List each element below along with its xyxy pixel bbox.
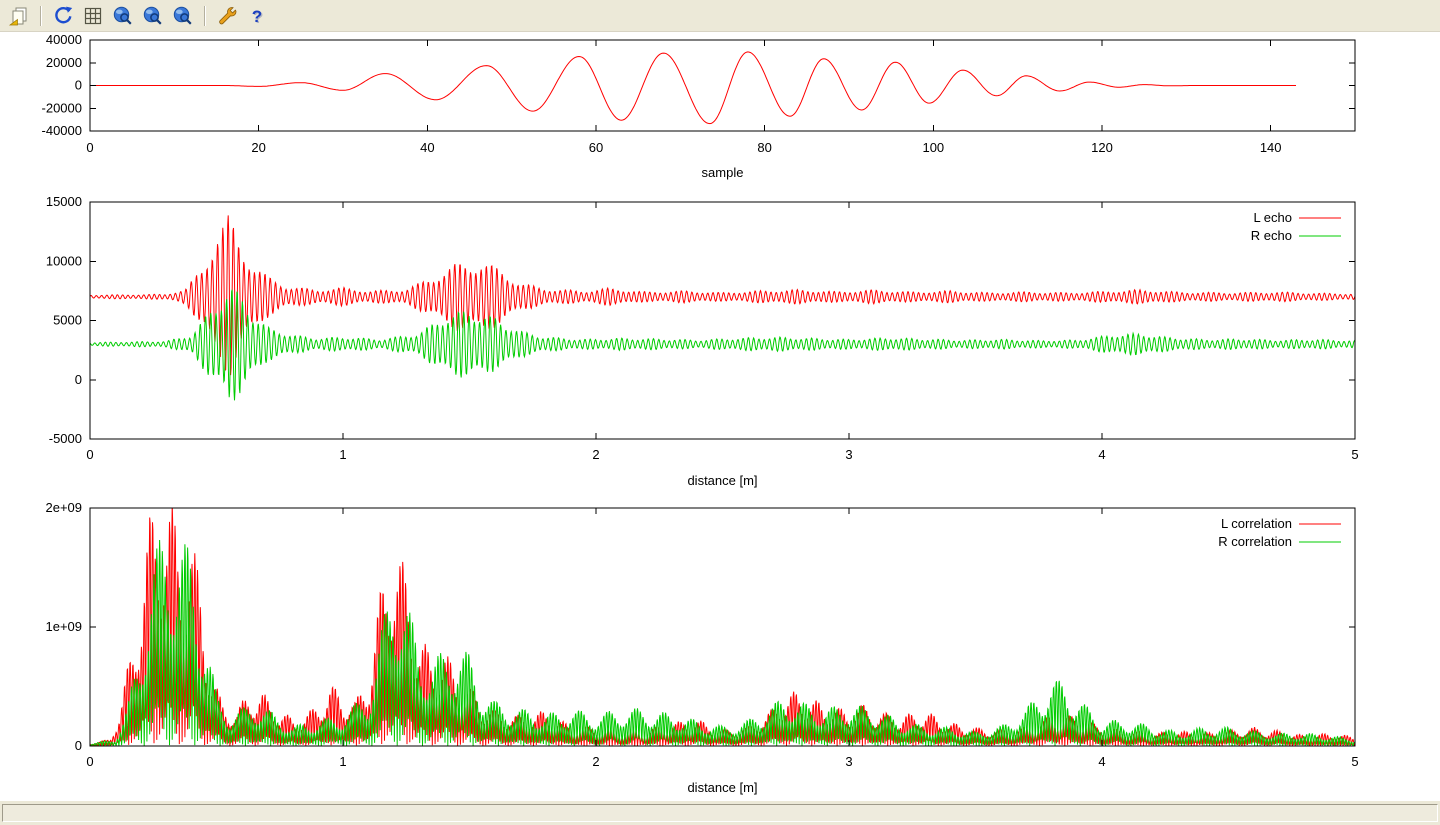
- x-tick-label: 4: [1098, 447, 1105, 462]
- autoscale-button[interactable]: [170, 3, 196, 29]
- y-tick-label: -5000: [49, 431, 82, 446]
- x-tick-label: 140: [1260, 140, 1282, 155]
- autoscale-icon: [172, 5, 194, 27]
- status-bar: [0, 800, 1440, 825]
- replot-button[interactable]: [50, 3, 76, 29]
- y-tick-label: -40000: [42, 123, 82, 138]
- y-tick-label: 0: [75, 738, 82, 753]
- x-tick-label: 2: [592, 754, 599, 769]
- legend-label: R echo: [1251, 228, 1292, 243]
- toolbar-separator: [40, 6, 42, 26]
- help-icon: ? ?: [246, 5, 268, 27]
- series-r-echo: [90, 290, 1355, 401]
- legend-label: R correlation: [1218, 534, 1292, 549]
- x-tick-label: 0: [86, 140, 93, 155]
- y-tick-label: 20000: [46, 55, 82, 70]
- x-tick-label: 2: [592, 447, 599, 462]
- legend-label: L correlation: [1221, 516, 1292, 531]
- configure-icon: [216, 5, 238, 27]
- svg-text:?: ?: [252, 7, 262, 26]
- x-tick-label: 5: [1351, 447, 1358, 462]
- zoom-next-icon: [142, 5, 164, 27]
- x-axis-label: distance [m]: [687, 780, 757, 795]
- x-tick-label: 20: [251, 140, 265, 155]
- y-tick-label: -20000: [42, 100, 82, 115]
- grid-icon: [82, 5, 104, 27]
- zoom-previous-button[interactable]: [110, 3, 136, 29]
- charts-canvas: 02040608010012014040000200000-20000-4000…: [0, 32, 1440, 800]
- series-r-correlation: [90, 540, 1355, 746]
- series-l-echo: [90, 215, 1355, 375]
- x-tick-label: 120: [1091, 140, 1113, 155]
- toolbar: ? ?: [0, 0, 1440, 32]
- replot-icon: [52, 5, 74, 27]
- x-tick-label: 3: [845, 447, 852, 462]
- x-tick-label: 0: [86, 447, 93, 462]
- y-tick-label: 5000: [53, 313, 82, 328]
- x-tick-label: 100: [922, 140, 944, 155]
- zoom-previous-icon: [112, 5, 134, 27]
- x-axis-label: sample: [702, 165, 744, 180]
- y-tick-label: 10000: [46, 253, 82, 268]
- status-message: [2, 804, 1438, 822]
- y-tick-label: 15000: [46, 194, 82, 209]
- plot-border: [90, 202, 1355, 439]
- copy-icon: [8, 5, 30, 27]
- configure-button[interactable]: [214, 3, 240, 29]
- plot-border: [90, 508, 1355, 746]
- x-tick-label: 60: [589, 140, 603, 155]
- series-trace: [90, 52, 1296, 124]
- legend-label: L echo: [1253, 210, 1292, 225]
- copy-to-clipboard-button[interactable]: [6, 3, 32, 29]
- x-tick-label: 1: [339, 447, 346, 462]
- x-tick-label: 40: [420, 140, 434, 155]
- x-tick-label: 80: [757, 140, 771, 155]
- chart-2: 0 1 2 3 4 5 15000 10000 5000 0 -5000 distance [m] L …: [46, 194, 1359, 488]
- y-tick-label: 1e+09: [45, 619, 82, 634]
- toggle-grid-button[interactable]: [80, 3, 106, 29]
- x-tick-label: 4: [1098, 754, 1105, 769]
- chart-1: 0 20 40 60 80 100 120 140 40000 20000 0 -20000 -4000…: [42, 32, 1355, 180]
- plot-area[interactable]: 02040608010012014040000200000-20000-4000…: [0, 32, 1440, 800]
- help-button[interactable]: ? ?: [244, 3, 270, 29]
- series-l-correlation: [90, 504, 1355, 746]
- x-tick-label: 0: [86, 754, 93, 769]
- y-tick-label: 0: [75, 78, 82, 93]
- x-axis-label: distance [m]: [687, 473, 757, 488]
- chart-3: 0 1 2 3 4 5 2e+09 1e+09 0 distance [m] L correlati…: [45, 500, 1358, 795]
- y-tick-label: 2e+09: [45, 500, 82, 515]
- gnuplot-window: ? ? 02040608010012014040000200000-20000-…: [0, 0, 1440, 825]
- y-tick-label: 0: [75, 372, 82, 387]
- x-tick-label: 1: [339, 754, 346, 769]
- y-tick-label: 40000: [46, 32, 82, 47]
- zoom-next-button[interactable]: [140, 3, 166, 29]
- x-tick-label: 5: [1351, 754, 1358, 769]
- x-tick-label: 3: [845, 754, 852, 769]
- toolbar-separator: [204, 6, 206, 26]
